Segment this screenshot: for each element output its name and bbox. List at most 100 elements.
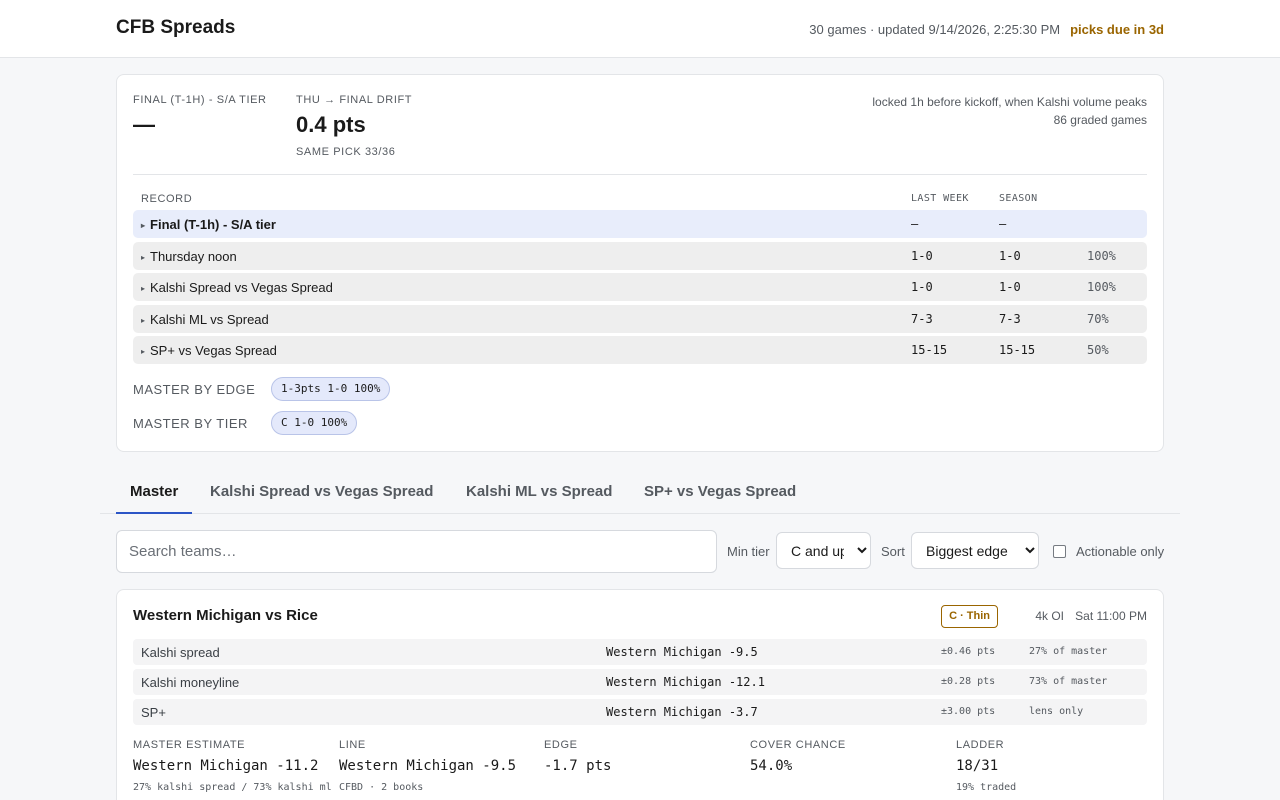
record-last-week: 15-15	[911, 343, 948, 357]
source-value: Western Michigan -12.1	[606, 675, 765, 689]
edge-value: -1.7 pts	[544, 758, 612, 774]
caret-right-icon: ▸	[141, 347, 146, 356]
master-by-tier-label: MASTER BY TIER	[133, 416, 248, 431]
record-row-sp-plus[interactable]: ▸ SP+ vs Vegas Spread 15-15 15-15 50%	[133, 336, 1147, 364]
record-row-name: Thursday noon	[150, 249, 237, 264]
record-row-thursday[interactable]: ▸ Thursday noon 1-0 1-0 100%	[133, 242, 1147, 270]
summary-card: FINAL (T-1H) - S/A TIER — THU → FINAL DR…	[116, 74, 1164, 452]
record-row-name: Final (T-1h) - S/A tier	[150, 217, 276, 232]
cover-chance-label: COVER CHANCE	[750, 739, 846, 751]
line-value: Western Michigan -9.5	[339, 758, 517, 774]
record-pct: 50%	[1087, 343, 1109, 357]
record-season: –	[999, 217, 1007, 231]
master-estimate-label: MASTER ESTIMATE	[133, 739, 246, 751]
tab-bar: Master Kalshi Spread vs Vegas Spread Kal…	[100, 474, 1180, 514]
source-error: ±0.28 pts	[941, 676, 996, 687]
game-title: Western Michigan vs Rice	[133, 607, 318, 624]
min-tier-select[interactable]: C and up	[776, 532, 871, 569]
tab-kalshi-spread-vs-vegas[interactable]: Kalshi Spread vs Vegas Spread	[196, 483, 447, 514]
record-row-name: Kalshi Spread vs Vegas Spread	[150, 280, 333, 295]
record-row-label: ▸ SP+ vs Vegas Spread	[141, 343, 277, 358]
source-value: Western Michigan -9.5	[606, 645, 758, 659]
record-row-label: ▸ Kalshi ML vs Spread	[141, 312, 269, 327]
source-weight: 27% of master	[1029, 646, 1108, 657]
source-error: ±0.46 pts	[941, 646, 996, 657]
caret-right-icon: ▸	[141, 316, 146, 325]
record-season: 1-0	[999, 280, 1021, 294]
app-title: CFB Spreads	[116, 17, 236, 38]
lock-note-line-2: 86 graded games	[1053, 113, 1147, 127]
source-row-sp-plus: SP+ Western Michigan -3.7 ±3.00 pts lens…	[133, 699, 1147, 725]
picks-due-badge: picks due in 3d	[1070, 22, 1164, 37]
caret-right-icon: ▸	[141, 253, 146, 262]
drift-stat: THU → FINAL DRIFT 0.4 pts SAME PICK 33/3…	[296, 94, 412, 158]
cover-chance-stat: COVER CHANCE 54.0%	[750, 739, 846, 774]
source-name: Kalshi spread	[141, 645, 220, 660]
tab-kalshi-ml-vs-spread[interactable]: Kalshi ML vs Spread	[452, 483, 626, 514]
record-row-kalshi-spread[interactable]: ▸ Kalshi Spread vs Vegas Spread 1-0 1-0 1…	[133, 273, 1147, 301]
record-pct: 70%	[1087, 312, 1109, 326]
caret-right-icon: ▸	[141, 221, 146, 230]
ladder-stat: LADDER 18/31 19% traded	[956, 739, 1016, 793]
final-stat-value: —	[133, 112, 155, 137]
min-tier-label: Min tier	[727, 544, 770, 559]
kickoff-time: Sat 11:00 PM	[1075, 609, 1147, 623]
ladder-value: 18/31	[956, 758, 999, 774]
master-estimate-value: Western Michigan -11.2	[133, 758, 319, 774]
actionable-only-checkbox[interactable]	[1053, 545, 1066, 558]
master-by-edge-label: MASTER BY EDGE	[133, 382, 256, 397]
game-card: Western Michigan vs Rice C · Thin 4k OI …	[116, 589, 1164, 800]
line-label: LINE	[339, 739, 366, 751]
drift-stat-label: THU → FINAL DRIFT	[296, 94, 413, 106]
ladder-note: 19% traded	[956, 782, 1017, 793]
source-name: SP+	[141, 705, 166, 720]
line-stat: LINE Western Michigan -9.5 CFBD · 2 book…	[339, 739, 516, 793]
header-meta: 30 games · updated 9/14/2026, 2:25:30 PM…	[809, 22, 1164, 37]
ladder-label: LADDER	[956, 739, 1005, 751]
open-interest: 4k OI	[1035, 609, 1064, 623]
drift-stat-sub: SAME PICK 33/36	[296, 146, 396, 158]
record-last-week: 7-3	[911, 312, 933, 326]
record-row-label: ▸ Kalshi Spread vs Vegas Spread	[141, 280, 333, 295]
edge-label: EDGE	[544, 739, 578, 751]
record-col-season: SEASON	[999, 193, 1038, 204]
caret-right-icon: ▸	[141, 284, 146, 293]
record-last-week: 1-0	[911, 249, 933, 263]
record-last-week: 1-0	[911, 280, 933, 294]
tier-badge: C · Thin	[941, 605, 998, 628]
source-row-kalshi-spread: Kalshi spread Western Michigan -9.5 ±0.4…	[133, 639, 1147, 665]
source-error: ±3.00 pts	[941, 706, 996, 717]
record-season: 1-0	[999, 249, 1021, 263]
record-pct: 100%	[1087, 280, 1116, 294]
source-name: Kalshi moneyline	[141, 675, 240, 690]
lock-note-line-1: locked 1h before kickoff, when Kalshi vo…	[872, 95, 1147, 109]
final-stat: FINAL (T-1H) - S/A TIER —	[133, 94, 267, 138]
source-row-kalshi-moneyline: Kalshi moneyline Western Michigan -12.1 …	[133, 669, 1147, 695]
drift-stat-value: 0.4 pts	[296, 112, 366, 137]
sort-select[interactable]: Biggest edge	[911, 532, 1039, 569]
master-by-edge-pill[interactable]: 1-3pts 1-0 100%	[271, 377, 391, 401]
source-weight: 73% of master	[1029, 676, 1108, 687]
cover-chance-value: 54.0%	[750, 758, 793, 774]
record-row-final[interactable]: ▸ Final (T-1h) - S/A tier – –	[133, 210, 1147, 238]
record-last-week: –	[911, 217, 919, 231]
source-weight: lens only	[1029, 706, 1084, 717]
master-estimate: MASTER ESTIMATE Western Michigan -11.2 2…	[133, 739, 332, 793]
sort-label: Sort	[881, 544, 905, 559]
record-pct: 100%	[1087, 249, 1116, 263]
actionable-only-label[interactable]: Actionable only	[1076, 544, 1164, 559]
master-by-tier-pill[interactable]: C 1-0 100%	[271, 411, 358, 435]
final-stat-label: FINAL (T-1H) - S/A TIER	[133, 94, 267, 106]
tab-sp-plus-vs-vegas[interactable]: SP+ vs Vegas Spread	[630, 483, 810, 514]
record-row-kalshi-ml[interactable]: ▸ Kalshi ML vs Spread 7-3 7-3 70%	[133, 305, 1147, 333]
master-estimate-note: 27% kalshi spread / 73% kalshi ml	[133, 782, 332, 793]
record-row-label: ▸ Final (T-1h) - S/A tier	[141, 217, 276, 232]
tab-master[interactable]: Master	[116, 483, 193, 514]
record-season: 7-3	[999, 312, 1021, 326]
search-input[interactable]	[116, 530, 717, 573]
record-col-last-week: LAST WEEK	[911, 193, 969, 204]
record-row-label: ▸ Thursday noon	[141, 249, 237, 264]
record-header: RECORD	[141, 193, 193, 205]
source-value: Western Michigan -3.7	[606, 705, 758, 719]
lock-note: locked 1h before kickoff, when Kalshi vo…	[872, 93, 1147, 129]
